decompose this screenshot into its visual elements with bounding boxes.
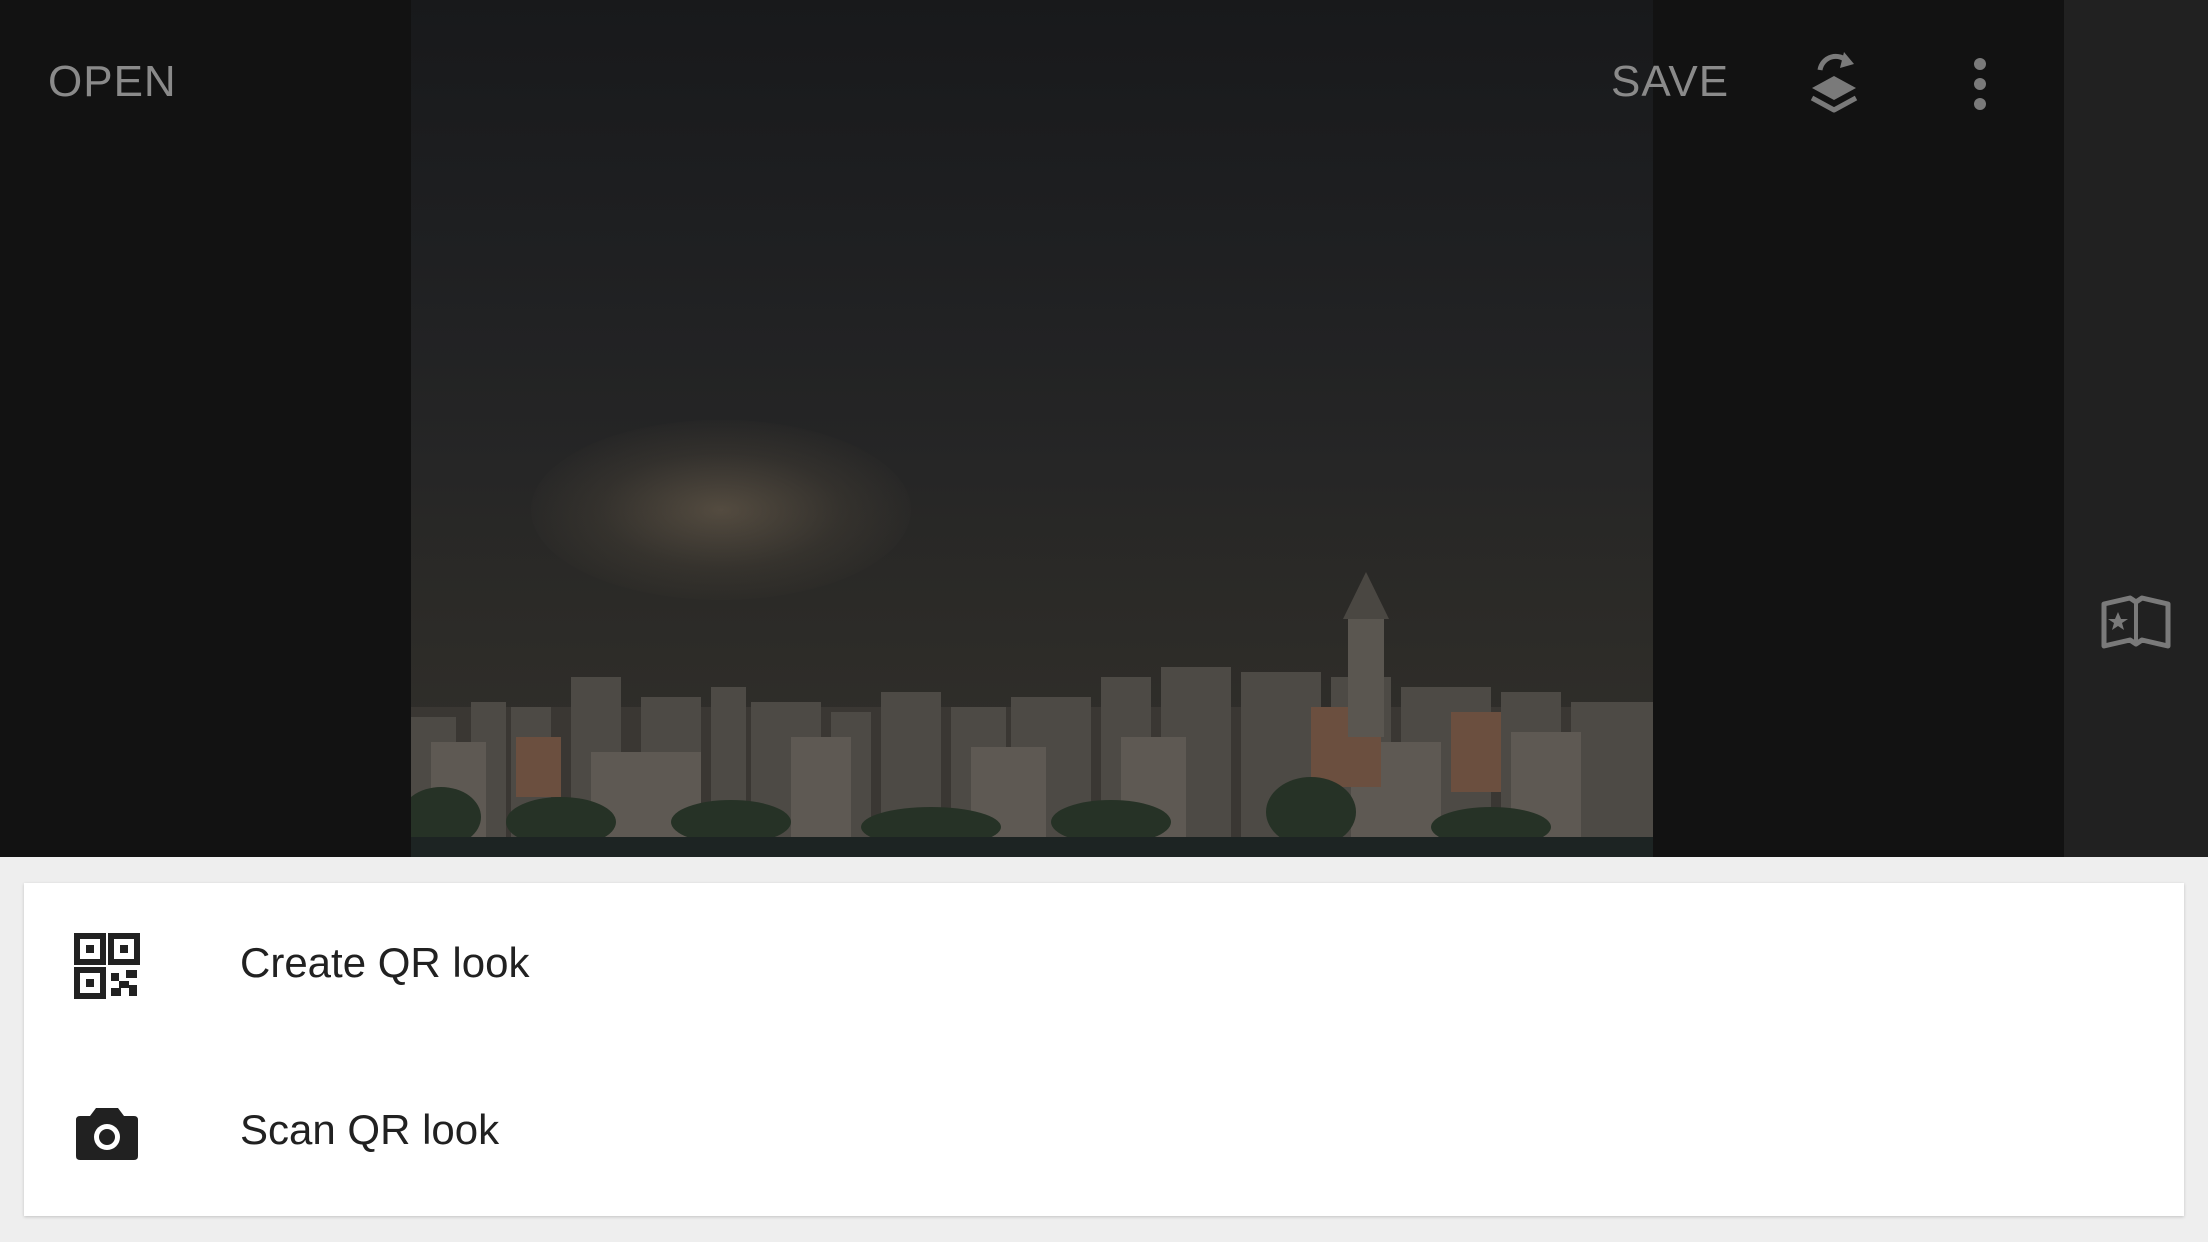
photo-preview (411, 0, 1653, 857)
scan-qr-look-label: Scan QR look (240, 1106, 500, 1153)
editor-area: OPEN SAVE (0, 0, 2208, 857)
qr-code-icon (74, 933, 140, 999)
camera-icon (76, 1108, 138, 1160)
stack-undo-icon[interactable] (1806, 50, 1862, 120)
open-button[interactable]: OPEN (48, 57, 177, 107)
create-qr-look-item[interactable]: Create QR look (24, 883, 2184, 1049)
snapseed-app: OPEN SAVE Create QR look Scan QR look (0, 0, 2208, 1242)
city-skyline (411, 572, 1653, 857)
save-button[interactable]: SAVE (1611, 57, 1729, 107)
right-side-panel (2064, 0, 2208, 857)
looks-book-icon[interactable] (2100, 594, 2172, 650)
create-qr-look-label: Create QR look (240, 939, 530, 986)
more-vert-icon[interactable] (1968, 56, 1992, 112)
scan-qr-look-item[interactable]: Scan QR look (24, 1050, 2184, 1216)
qr-look-sheet: Create QR look Scan QR look (24, 883, 2184, 1216)
